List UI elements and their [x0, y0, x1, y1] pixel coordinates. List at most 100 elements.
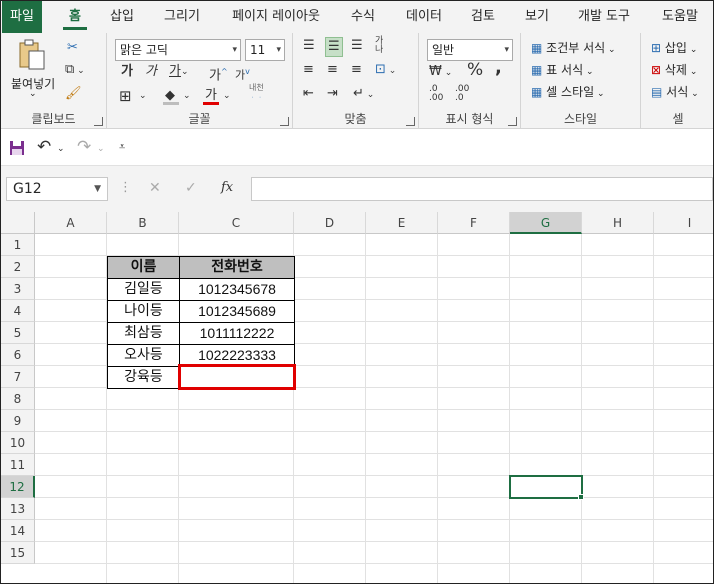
row-header-4[interactable]: 4 [1, 300, 35, 322]
tab-data[interactable]: 데이터 [399, 1, 449, 33]
align-middle-icon[interactable]: ☰ [325, 37, 343, 57]
row-header-10[interactable]: 10 [1, 432, 35, 454]
tab-insert[interactable]: 삽입 [101, 1, 143, 33]
select-all-corner[interactable] [1, 212, 35, 234]
name-cell[interactable]: 최삼등 [107, 322, 180, 345]
phonetic-button[interactable]: 내천 ᆞᆞ [249, 83, 264, 103]
copy-icon[interactable]: ⧉ ⌄ [65, 61, 85, 80]
delete-cells-button[interactable]: ⊠ 삭제 ⌄ [651, 61, 697, 78]
tab-draw[interactable]: 그리기 [157, 1, 207, 33]
column-header-c[interactable]: C [179, 212, 294, 234]
tab-page-layout[interactable]: 페이지 레이아웃 [223, 1, 329, 33]
italic-button[interactable]: 가 [145, 63, 157, 81]
comma-icon[interactable]: , [495, 59, 502, 77]
row-header-12[interactable]: 12 [1, 476, 35, 498]
column-header-i[interactable]: I [654, 212, 713, 234]
bold-button[interactable]: 가 [121, 63, 133, 81]
column-header-a[interactable]: A [35, 212, 107, 234]
row-header-3[interactable]: 3 [1, 278, 35, 300]
paste-button[interactable]: 붙여넣기 ⌄ [7, 39, 59, 101]
currency-icon[interactable]: ₩ ⌄ [429, 63, 452, 82]
wrap-text-icon[interactable]: ↵ ⌄ [353, 85, 374, 104]
number-launcher-icon[interactable] [508, 117, 517, 126]
column-header-f[interactable]: F [438, 212, 510, 234]
align-right-icon[interactable]: ≡ [351, 61, 362, 79]
align-left-icon[interactable]: ≡ [303, 61, 314, 79]
chevron-down-icon[interactable]: ⌄ [97, 140, 105, 158]
cut-icon[interactable]: ✂ [67, 39, 78, 57]
name-cell[interactable]: 김일등 [107, 278, 180, 301]
row-header-7[interactable]: 7 [1, 366, 35, 388]
tab-home[interactable]: 홈 [59, 1, 91, 33]
column-header-d[interactable]: D [294, 212, 366, 234]
row-header-1[interactable]: 1 [1, 234, 35, 256]
phone-cell[interactable]: 1012345678 [179, 278, 295, 301]
tab-review[interactable]: 검토 [463, 1, 503, 33]
customize-toolbar-icon[interactable]: ⩡ [119, 138, 125, 156]
tab-help[interactable]: 도움말 [653, 1, 707, 33]
cancel-icon[interactable]: ✕ [149, 179, 161, 197]
row-header-15[interactable]: 15 [1, 542, 35, 564]
phone-cell[interactable]: 1011112222 [179, 322, 295, 345]
fill-color-icon[interactable]: ◆ [163, 87, 179, 105]
chevron-down-icon[interactable]: ⌄ [139, 87, 147, 105]
format-as-table-button[interactable]: ▦ 표 서식 ⌄ [531, 61, 594, 78]
row-header-8[interactable]: 8 [1, 388, 35, 410]
row-header-14[interactable]: 14 [1, 520, 35, 542]
name-cell[interactable]: 오사등 [107, 344, 180, 367]
name-box[interactable]: G12 ▼ [6, 177, 108, 201]
row-header-13[interactable]: 13 [1, 498, 35, 520]
align-center-icon[interactable]: ≡ [327, 61, 338, 79]
decrease-decimal-icon[interactable]: .00.0 [455, 85, 469, 103]
name-cell[interactable]: 나이등 [107, 300, 180, 323]
save-icon[interactable] [9, 140, 25, 156]
underline-button[interactable]: 가 [169, 63, 181, 81]
header-cell-name[interactable]: 이름 [107, 256, 180, 279]
align-bottom-icon[interactable]: ☰ [351, 37, 363, 55]
undo-icon[interactable]: ↶ [37, 138, 51, 156]
percent-icon[interactable]: % [467, 61, 483, 79]
merge-center-icon[interactable]: ⊡ ⌄ [375, 61, 396, 80]
phone-cell[interactable]: 1012345689 [179, 300, 295, 323]
fill-handle[interactable] [578, 494, 584, 500]
column-header-b[interactable]: B [107, 212, 179, 234]
enter-icon[interactable]: ✓ [185, 179, 197, 197]
row-header-11[interactable]: 11 [1, 454, 35, 476]
row-header-6[interactable]: 6 [1, 344, 35, 366]
tab-developer[interactable]: 개발 도구 [571, 1, 637, 33]
clipboard-launcher-icon[interactable] [94, 117, 103, 126]
chevron-down-icon[interactable]: ⌄ [57, 140, 65, 158]
format-painter-icon[interactable]: 🖌 [65, 85, 82, 103]
shrink-font-button[interactable]: 가v [235, 63, 250, 85]
cell-styles-button[interactable]: ▦ 셀 스타일 ⌄ [531, 83, 605, 100]
insert-cells-button[interactable]: ⊞ 삽입 ⌄ [651, 39, 697, 56]
formula-input[interactable] [251, 177, 713, 201]
tab-formulas[interactable]: 수식 [343, 1, 383, 33]
row-header-2[interactable]: 2 [1, 256, 35, 278]
alignment-launcher-icon[interactable] [406, 117, 415, 126]
header-cell-phone[interactable]: 전화번호 [179, 256, 295, 279]
active-cell[interactable] [509, 475, 583, 499]
spreadsheet-grid[interactable]: A B C D E F G H I 1 2 3 4 5 6 7 8 9 10 11 12 13 14 15 이름 전화번호 김일등 1… [1, 212, 713, 583]
font-size-select[interactable]: 11 ▾ [245, 39, 285, 61]
column-header-h[interactable]: H [582, 212, 654, 234]
format-cells-button[interactable]: ▤ 서식 ⌄ [651, 83, 699, 100]
chevron-down-icon[interactable]: ⌄ [223, 87, 231, 105]
column-header-g[interactable]: G [510, 212, 582, 234]
grow-font-button[interactable]: 가^ [209, 63, 228, 85]
border-icon[interactable]: ⊞ [119, 87, 132, 105]
tab-view[interactable]: 보기 [517, 1, 557, 33]
row-header-9[interactable]: 9 [1, 410, 35, 432]
font-color-button[interactable]: 가 [203, 87, 219, 105]
increase-decimal-icon[interactable]: .0.00 [429, 85, 443, 103]
column-header-e[interactable]: E [366, 212, 438, 234]
insert-function-icon[interactable]: fx [221, 179, 233, 197]
conditional-format-button[interactable]: ▦ 조건부 서식 ⌄ [531, 39, 616, 56]
decrease-indent-icon[interactable]: ⇤ [303, 85, 314, 103]
chevron-down-icon[interactable]: ⌄ [181, 63, 189, 81]
chevron-down-icon[interactable]: ⌄ [183, 87, 191, 105]
redo-icon[interactable]: ↷ [77, 138, 91, 156]
align-top-icon[interactable]: ☰ [303, 37, 315, 55]
tab-file[interactable]: 파일 [2, 1, 42, 33]
row-header-5[interactable]: 5 [1, 322, 35, 344]
